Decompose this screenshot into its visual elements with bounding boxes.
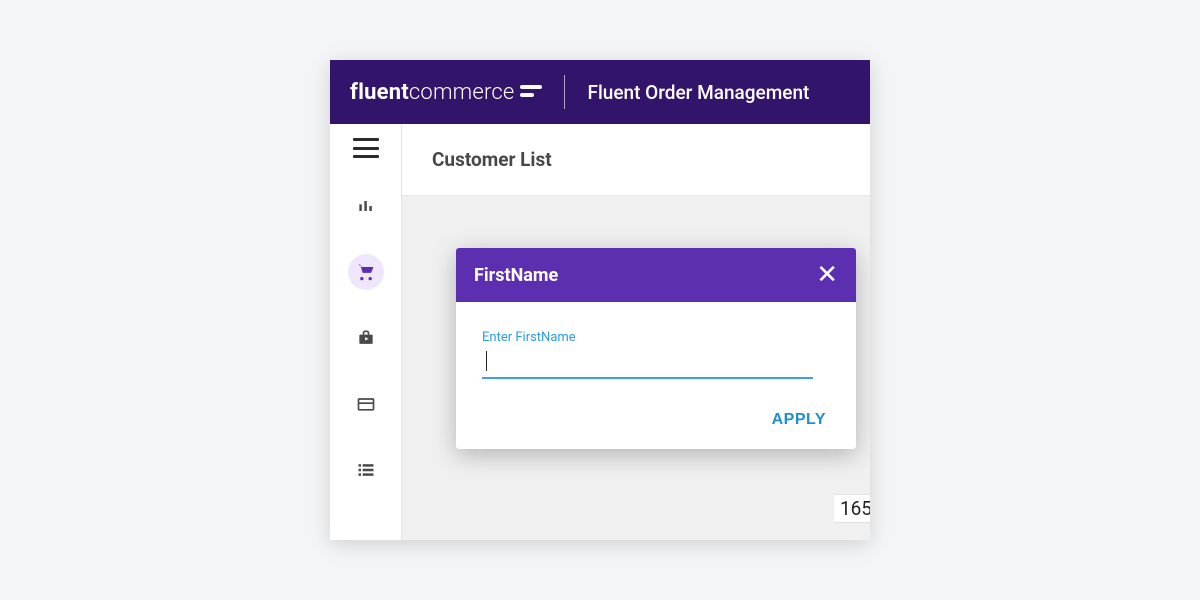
menu-icon[interactable] xyxy=(353,138,379,158)
close-icon[interactable]: ✕ xyxy=(816,262,838,288)
popover-body: Enter FirstName xyxy=(456,302,856,389)
brand-light: commerce xyxy=(409,80,515,105)
field-label: Enter FirstName xyxy=(482,330,830,345)
cart-icon[interactable] xyxy=(348,254,384,290)
app-window: fluentcommerce Fluent Order Management xyxy=(330,60,870,540)
banner-divider xyxy=(564,75,565,109)
text-caret xyxy=(486,351,487,371)
popover-title: FirstName xyxy=(474,265,558,286)
app-title: Fluent Order Management xyxy=(587,81,809,104)
briefcase-icon[interactable] xyxy=(348,320,384,356)
filter-popover: FirstName ✕ Enter FirstName APPLY xyxy=(456,248,856,449)
dashboard-icon[interactable] xyxy=(348,188,384,224)
firstname-input[interactable] xyxy=(482,347,813,379)
top-banner: fluentcommerce Fluent Order Management xyxy=(330,60,870,124)
page-header: Customer List xyxy=(402,124,870,196)
list-icon[interactable] xyxy=(348,452,384,488)
popover-header: FirstName ✕ xyxy=(456,248,856,302)
page-title: Customer List xyxy=(432,148,552,171)
card-icon[interactable] xyxy=(348,386,384,422)
brand-mark-icon xyxy=(520,85,542,99)
apply-button[interactable]: APPLY xyxy=(772,411,826,429)
table-cell-fragment: 165 xyxy=(834,494,870,523)
brand-logo: fluentcommerce xyxy=(350,80,542,105)
brand-bold: fluent xyxy=(350,80,409,105)
popover-actions: APPLY xyxy=(456,389,856,449)
sidebar xyxy=(330,124,402,540)
